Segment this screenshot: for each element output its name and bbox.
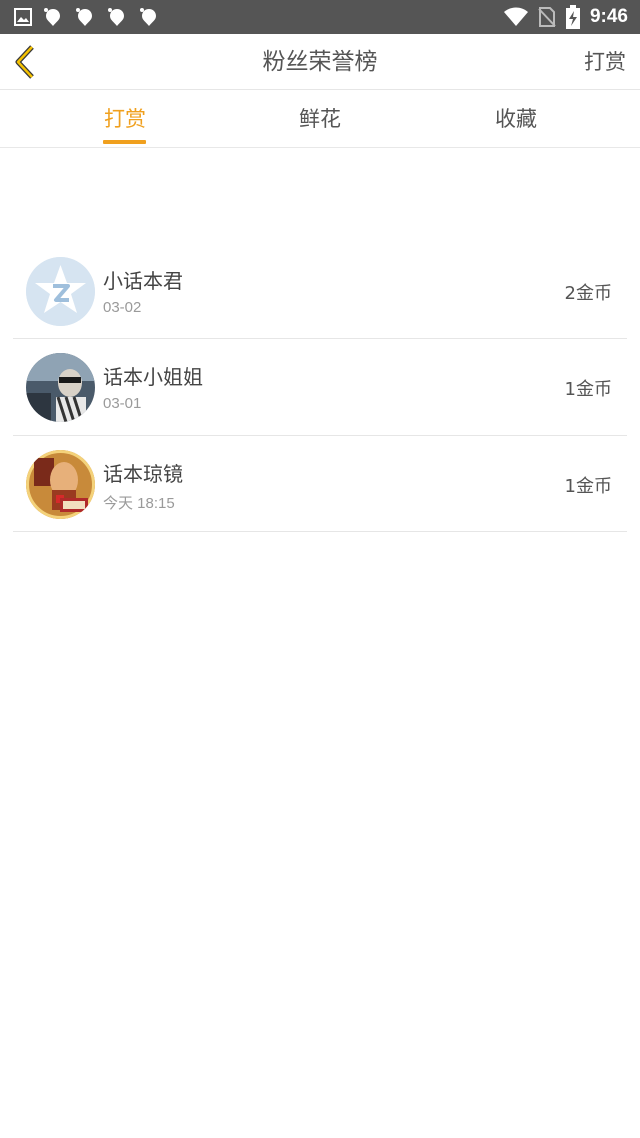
tab-favorites[interactable]: 收藏	[456, 91, 576, 148]
tab-flowers[interactable]: 鲜花	[260, 91, 380, 148]
image-icon	[14, 8, 32, 26]
photo-avatar-image	[26, 353, 95, 422]
reward-date: 03-01	[103, 395, 142, 412]
notification-icon	[140, 8, 156, 26]
wifi-icon	[503, 7, 528, 26]
coin-amount: 1金币	[564, 476, 612, 497]
avatar	[26, 450, 95, 519]
reward-date: 03-02	[103, 299, 142, 316]
page-title: 粉丝荣誉榜	[262, 49, 378, 75]
fan-name: 话本琼镜	[103, 462, 183, 486]
notification-icon	[44, 8, 60, 26]
fan-name: 话本小姐姐	[103, 365, 203, 389]
photo-avatar-image	[26, 450, 95, 519]
active-tab-indicator	[103, 140, 146, 144]
qq-logo-icon	[26, 257, 95, 326]
battery-charging-icon	[565, 5, 580, 29]
title-bar: 粉丝荣誉榜 打赏	[0, 34, 640, 90]
avatar	[26, 257, 95, 326]
status-bar: 9:46	[0, 0, 640, 34]
notification-icon	[108, 8, 124, 26]
no-sim-icon	[538, 7, 556, 27]
reward-date: 今天 18:15	[103, 495, 175, 512]
status-time: 9:46	[589, 6, 628, 27]
coin-amount: 1金币	[564, 379, 612, 400]
tab-bar: 打赏 鲜花 收藏	[0, 91, 640, 148]
coin-amount: 2金币	[564, 283, 612, 304]
list-item[interactable]: 话本小姐姐 03-01 1金币	[13, 339, 627, 436]
fan-name: 小话本君	[103, 269, 183, 293]
status-left-icons	[14, 6, 160, 28]
avatar	[26, 353, 95, 422]
list-item[interactable]: 小话本君 03-02 2金币	[13, 243, 627, 339]
status-right-icons: 9:46	[503, 4, 628, 30]
fan-list: 小话本君 03-02 2金币 话本小姐姐 03-01 1金币 话本琼镜 今天 1…	[13, 243, 627, 532]
reward-action-button[interactable]: 打赏	[584, 34, 626, 90]
notification-icon	[76, 8, 92, 26]
list-item[interactable]: 话本琼镜 今天 18:15 1金币	[13, 436, 627, 532]
